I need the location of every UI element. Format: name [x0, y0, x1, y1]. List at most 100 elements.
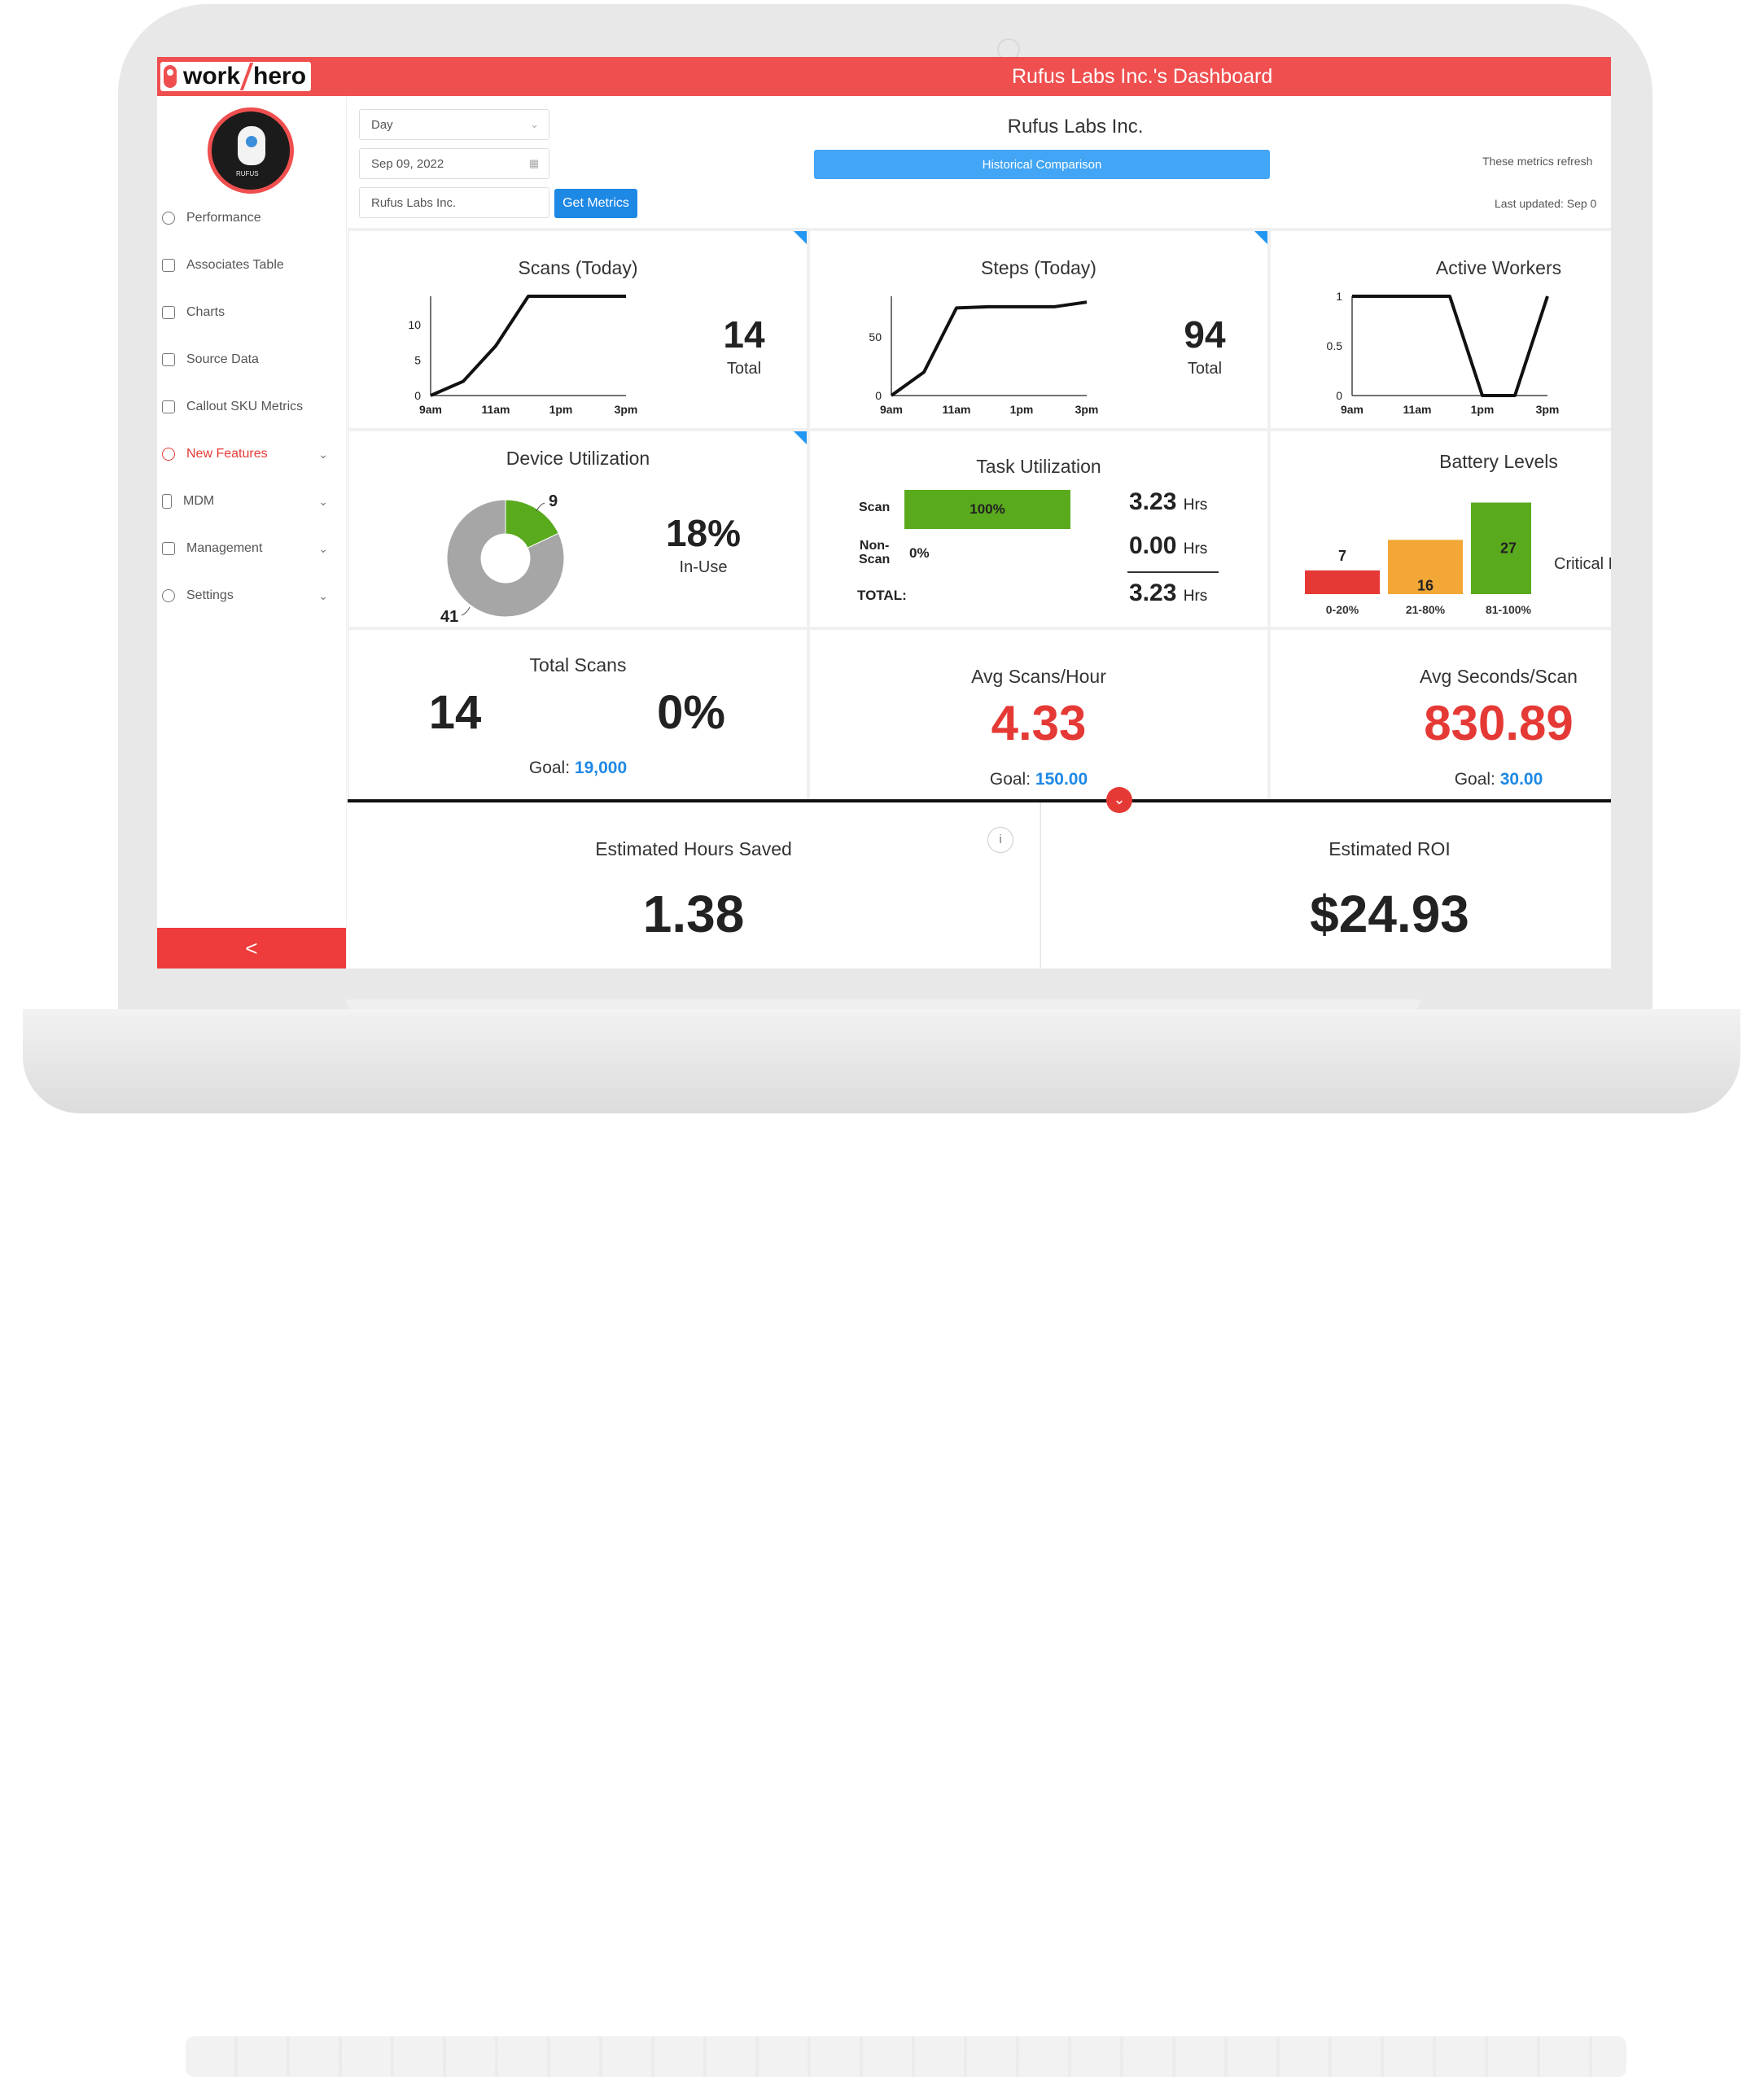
battery-critical-label: Critical E: [1554, 555, 1611, 574]
scan-hours: 3.23 Hrs: [1129, 488, 1219, 516]
x-tick-label: 11am: [481, 403, 510, 416]
avatar-caption: RUFUS: [236, 170, 259, 177]
x-tick-label: 1pm: [549, 403, 573, 416]
nonscan-label-line2: Scan: [859, 553, 890, 566]
workhero-logo[interactable]: work hero: [160, 62, 311, 91]
sidebar-item-label: Source Data: [186, 352, 259, 367]
roi-value: $24.93: [1041, 884, 1611, 944]
card-title: Scans (Today): [349, 257, 807, 279]
avg-seconds-scan-card: Avg Seconds/Scan 830.89 Goal: 30.00: [1271, 630, 1611, 799]
sidebar-item-callout-sku-metrics[interactable]: Callout SKU Metrics: [157, 391, 346, 423]
y-tick-label: 0: [1336, 389, 1342, 402]
battery-category-label: 21-80%: [1406, 603, 1446, 616]
logo-slash: [240, 63, 253, 90]
refresh-note: These metrics refresh: [1482, 155, 1592, 168]
table-icon: [162, 259, 175, 272]
card-title: Total Scans: [349, 654, 807, 676]
expand-down-button[interactable]: ⌄: [1106, 787, 1132, 813]
x-tick-label: 11am: [942, 403, 970, 416]
nonscan-pct: 0%: [909, 545, 930, 562]
sidebar-item-charts[interactable]: Charts: [157, 296, 346, 329]
company-avatar[interactable]: RUFUS: [208, 107, 294, 194]
avg-scans-hour-value: 4.33: [810, 695, 1267, 751]
steps-line-chart: 0509am11am1pm3pm: [851, 282, 1144, 420]
x-tick-label: 3pm: [615, 403, 638, 416]
card-corner-marker[interactable]: [794, 231, 807, 244]
series-line: [1352, 296, 1547, 396]
y-tick-label: 10: [408, 318, 421, 331]
total-hours-value: 3.23: [1129, 579, 1176, 606]
battery-value-label: 27: [1500, 540, 1517, 557]
goal-value: 30.00: [1500, 770, 1543, 789]
goal-label: Goal:: [1455, 770, 1495, 789]
goal-value: 150.00: [1035, 770, 1088, 789]
calendar-icon: ▦: [529, 157, 539, 170]
y-tick-label: 5: [414, 353, 421, 366]
info-icon[interactable]: i: [987, 827, 1013, 853]
sidebar-item-source-data[interactable]: Source Data: [157, 343, 346, 376]
card-corner-marker[interactable]: [1254, 231, 1267, 244]
mascot-icon: [164, 65, 177, 88]
hours-unit: Hrs: [1184, 496, 1208, 514]
company-value: Rufus Labs Inc.: [371, 196, 456, 210]
y-tick-label: 0: [414, 389, 421, 402]
x-tick-label: 3pm: [1075, 403, 1099, 416]
sidebar-item-mdm[interactable]: MDM⌄: [157, 485, 346, 518]
y-tick-label: 1: [1336, 290, 1342, 303]
slice-label-idle: 41: [440, 608, 458, 623]
keyboard: [186, 2036, 1626, 2077]
phone-icon: [162, 494, 172, 509]
period-select[interactable]: Day⌄: [359, 109, 549, 140]
date-picker[interactable]: Sep 09, 2022▦: [359, 148, 549, 179]
sidebar-item-new-features[interactable]: New Features⌄: [157, 438, 346, 470]
card-title: Avg Seconds/Scan: [1271, 666, 1611, 688]
hours-saved-card: Estimated Hours Saved i 1.38: [348, 802, 1040, 969]
bar-chart-icon: [162, 306, 175, 319]
sidebar-item-label: MDM: [183, 494, 214, 509]
company-field[interactable]: Rufus Labs Inc.: [359, 187, 549, 218]
x-tick-label: 1pm: [1010, 403, 1034, 416]
scans-total-value: 14: [695, 313, 793, 356]
company-title: Rufus Labs Inc.: [978, 116, 1173, 138]
document-icon: [162, 353, 175, 366]
goal-label: Goal:: [529, 759, 570, 777]
sidebar-item-label: New Features: [186, 447, 268, 461]
total-scans-goal: Goal: 19,000: [349, 759, 807, 778]
total-rule: [1127, 571, 1219, 573]
total-hours: 3.23 Hrs: [1129, 579, 1219, 607]
sidebar-item-performance[interactable]: Performance: [157, 202, 346, 234]
sidebar-item-management[interactable]: Management⌄: [157, 532, 346, 565]
sidebar-item-settings[interactable]: Settings⌄: [157, 579, 346, 612]
collapse-sidebar-button[interactable]: <: [157, 928, 346, 969]
card-corner-marker[interactable]: [794, 431, 807, 444]
avg-scans-hour-card: Avg Scans/Hour 4.33 Goal: 150.00: [810, 630, 1267, 799]
info-icon: [162, 448, 175, 461]
sidebar: RUFUS Performance Associates Table Chart…: [157, 96, 347, 969]
scan-row-label: Scan: [859, 501, 890, 515]
card-title: Estimated Hours Saved: [348, 838, 1040, 860]
series-line: [891, 302, 1087, 396]
battery-value-label: 16: [1417, 577, 1434, 593]
scans-total-caption: Total: [695, 360, 793, 378]
sidebar-item-associates-table[interactable]: Associates Table: [157, 249, 346, 282]
steps-total-caption: Total: [1156, 360, 1254, 378]
x-tick-label: 11am: [1403, 403, 1431, 416]
historical-comparison-button[interactable]: Historical Comparison: [814, 150, 1270, 179]
battery-bar: [1305, 571, 1380, 594]
avg-scans-hour-goal: Goal: 150.00: [810, 770, 1267, 789]
scans-today-card: Scans (Today) 05109am11am1pm3pm 14 Total: [349, 231, 807, 428]
card-title: Avg Scans/Hour: [810, 666, 1267, 688]
laptop-base: [23, 1009, 1740, 1113]
device-utilization-card: Device Utilization 941 18% In-Use: [349, 431, 807, 627]
card-title: Active Workers: [1271, 257, 1611, 279]
top-bar: work hero Rufus Labs Inc.'s Dashboard: [157, 57, 1611, 96]
goal-value: 19,000: [575, 759, 627, 777]
sidebar-item-label: Settings: [186, 588, 234, 603]
total-scans-value: 14: [398, 685, 512, 740]
task-utilization-card: Task Utilization Scan 100% Non-Scan 0% T…: [810, 431, 1267, 627]
battery-category-label: 81-100%: [1486, 603, 1531, 616]
leader-line: [462, 607, 470, 615]
get-metrics-button[interactable]: Get Metrics: [554, 189, 637, 218]
hierarchy-icon: [162, 542, 175, 555]
nonscan-label-line1: Non-: [860, 539, 889, 553]
